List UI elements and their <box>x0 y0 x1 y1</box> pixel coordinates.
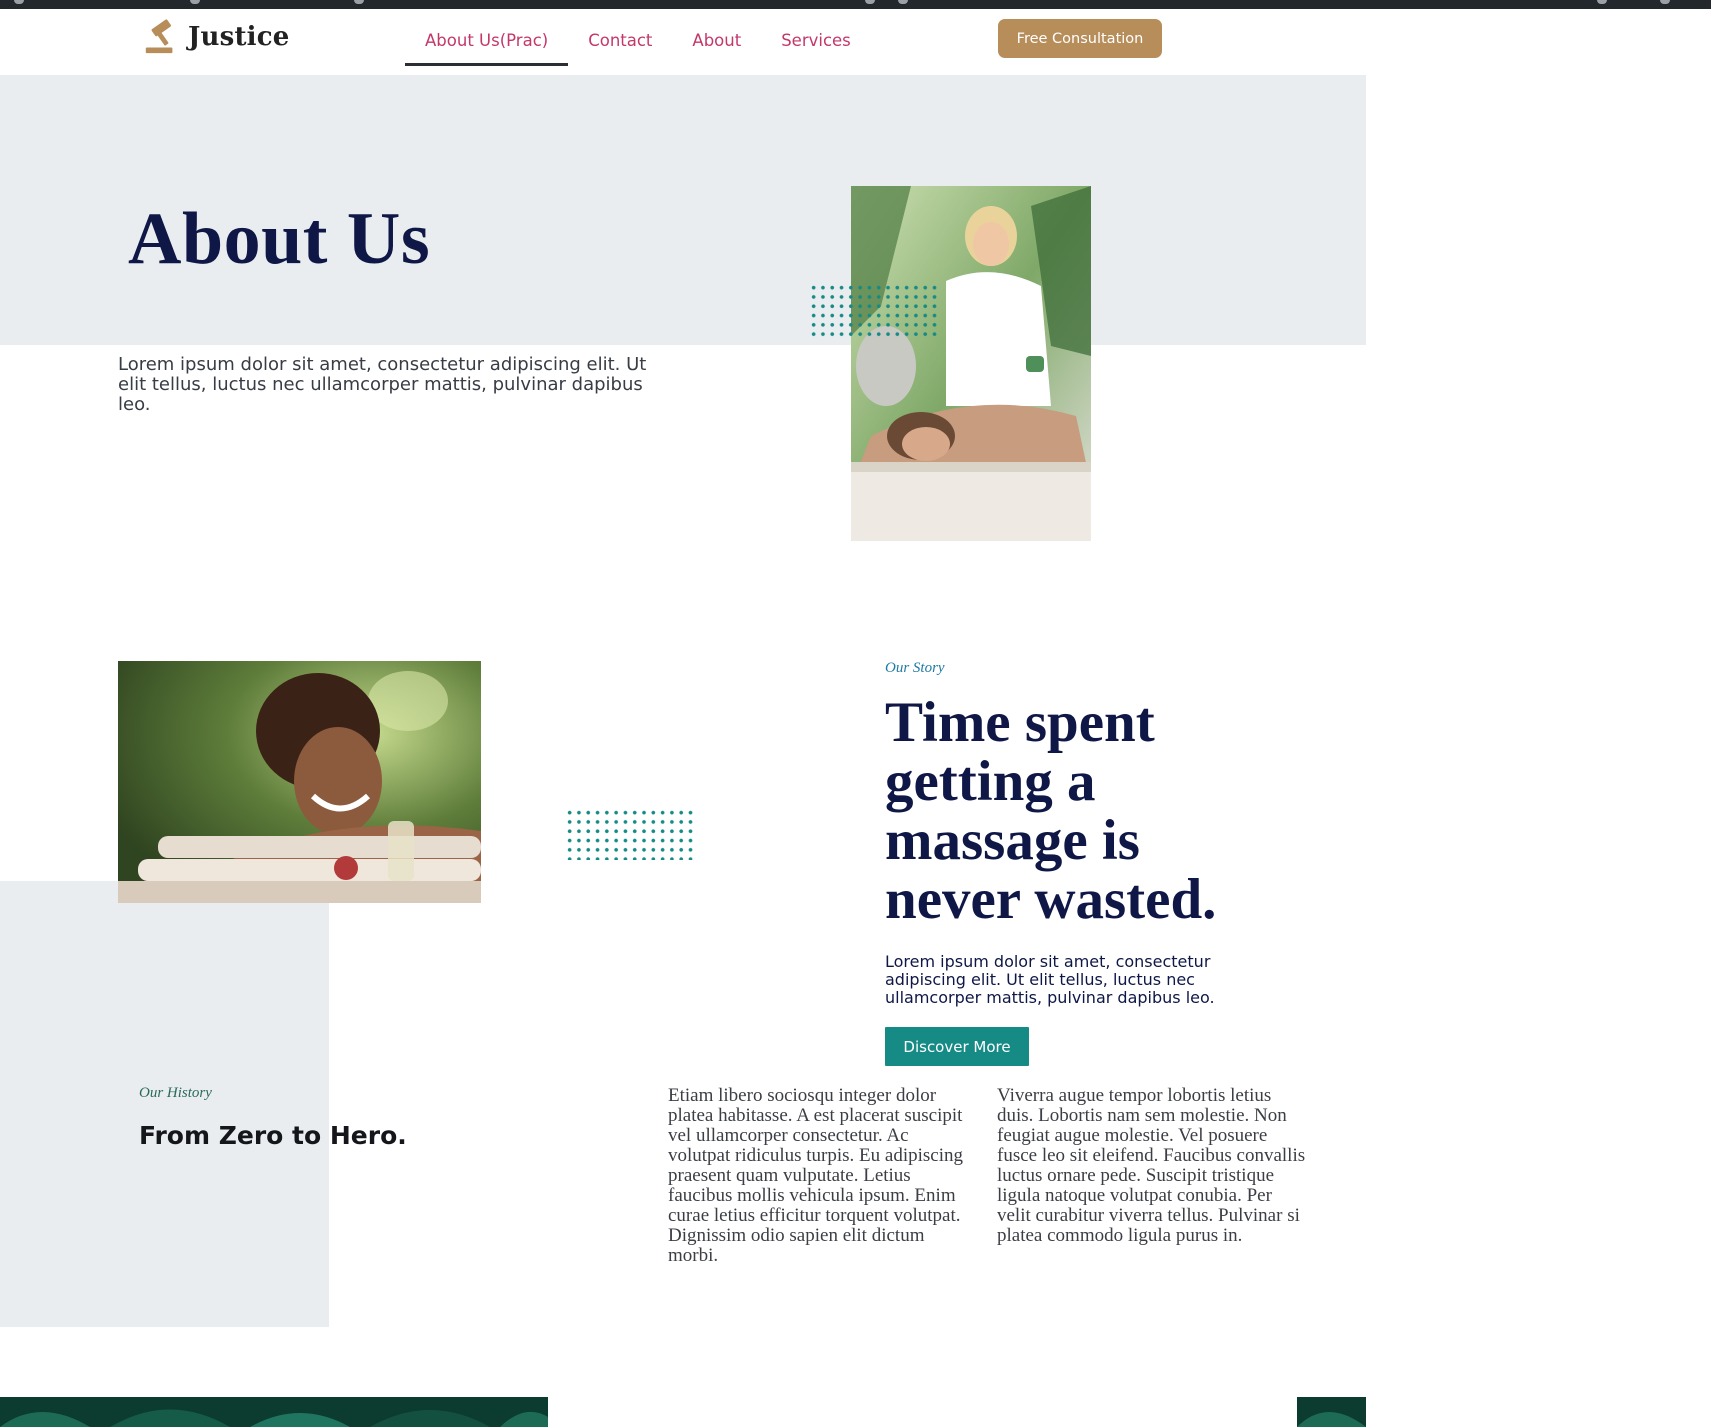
story-description: Lorem ipsum dolor sit amet, consectetur … <box>885 952 1215 1007</box>
toolbar-icon[interactable] <box>14 0 24 4</box>
massage-therapist-photo <box>851 186 1091 541</box>
site-logo[interactable]: Justice <box>142 17 290 57</box>
leaf-background-image <box>1297 1397 1366 1427</box>
leaf-background-image <box>0 1397 548 1427</box>
toolbar-icon[interactable] <box>1660 0 1670 4</box>
main-nav: About Us(Prac) Contact About Services <box>405 9 871 66</box>
nav-item-about[interactable]: About <box>672 9 761 66</box>
free-consultation-button[interactable]: Free Consultation <box>998 19 1162 58</box>
history-column-2: Viverra augue tempor lobortis letius dui… <box>997 1085 1306 1246</box>
story-kicker: Our Story <box>885 660 945 676</box>
smiling-woman-spa-photo <box>118 661 481 903</box>
history-kicker: Our History <box>139 1085 212 1101</box>
nav-item-about-us-prac[interactable]: About Us(Prac) <box>405 9 569 66</box>
toolbar-icon[interactable] <box>190 0 200 4</box>
nav-item-services[interactable]: Services <box>761 9 871 66</box>
decorative-dot-grid <box>565 808 697 860</box>
history-background <box>0 881 329 1327</box>
page-title: About Us <box>128 198 431 280</box>
logo-text: Justice <box>188 22 290 52</box>
toolbar-icon[interactable] <box>898 0 908 4</box>
toolbar-icon[interactable] <box>865 0 875 4</box>
decorative-dot-grid <box>809 283 941 337</box>
toolbar-icon[interactable] <box>354 0 364 4</box>
discover-more-button[interactable]: Discover More <box>885 1027 1029 1066</box>
history-heading: From Zero to Hero. <box>139 1121 407 1150</box>
hero-description: Lorem ipsum dolor sit amet, consectetur … <box>118 354 647 415</box>
site-header: Justice About Us(Prac) Contact About Ser… <box>0 9 1366 75</box>
story-heading: Time spent getting a massage is never wa… <box>885 691 1217 931</box>
admin-toolbar <box>0 0 1711 9</box>
gavel-icon <box>145 19 173 54</box>
toolbar-icon[interactable] <box>1597 0 1607 4</box>
nav-item-contact[interactable]: Contact <box>568 9 672 66</box>
history-column-1: Etiam libero sociosqu integer dolor plat… <box>668 1085 963 1266</box>
